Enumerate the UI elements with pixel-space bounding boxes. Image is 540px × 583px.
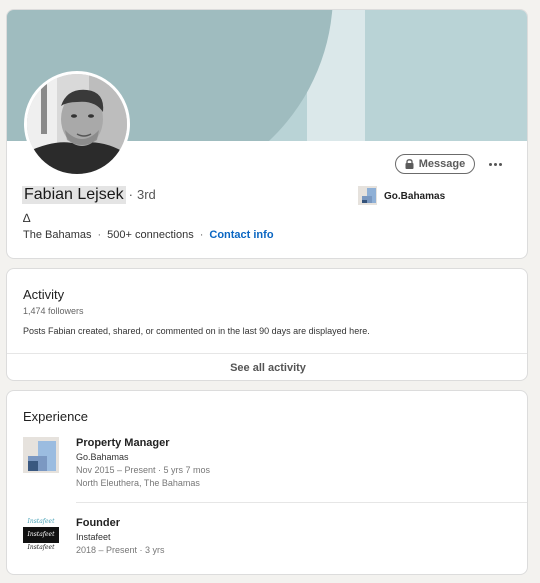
followers-count: 1,474 followers [23,306,84,316]
activity-title: Activity [23,287,65,302]
degree-separator: · [128,187,133,202]
message-button[interactable]: Message [395,154,475,174]
message-button-label: Message [418,158,466,170]
go-bahamas-logo-icon[interactable] [23,437,59,473]
profile-location: The Bahamas [23,229,92,241]
avatar-photo [27,74,127,174]
connection-degree: 3rd [136,187,156,202]
experience-title: Experience [23,409,89,424]
lock-icon [405,159,414,169]
profile-card: Message Fabian Lejsek · 3rd ∆ The Bahama… [6,9,528,259]
more-actions-button[interactable] [483,156,507,172]
contact-info-link[interactable]: Contact info [209,229,273,241]
experience-dates: Nov 2015 – Present · 5 yrs 7 mos [76,465,211,475]
experience-company: Go.Bahamas [76,452,129,462]
meta-separator: · [199,229,204,241]
experience-job-title: Founder [76,517,120,529]
profile-meta-row: The Bahamas · 500+ connections · Contact… [23,229,274,241]
meta-separator: · [97,229,102,241]
profile-headline: ∆ [23,211,31,225]
experience-item[interactable]: Instafeet Instafeet Instafeet Founder In… [23,517,503,562]
current-company-link[interactable]: Go.Bahamas [384,191,445,202]
name-row: Fabian Lejsek · 3rd [22,186,156,204]
ellipsis-icon [488,162,492,166]
go-bahamas-logo-icon[interactable] [358,186,377,205]
experience-location: North Eleuthera, The Bahamas [76,478,200,488]
divider [76,502,527,503]
instafeet-logo-icon[interactable]: Instafeet Instafeet Instafeet [23,517,59,553]
see-all-activity-button[interactable]: See all activity [7,354,527,380]
experience-card: Experience Property Manager Go.Bahamas N… [6,390,528,575]
experience-company: Instafeet [76,532,111,542]
activity-card: Activity 1,474 followers Posts Fabian cr… [6,268,528,381]
profile-name: Fabian Lejsek [22,186,126,204]
experience-job-title: Property Manager [76,437,170,449]
experience-item[interactable]: Property Manager Go.Bahamas Nov 2015 – P… [23,437,503,497]
connections-count[interactable]: 500+ connections [107,229,194,241]
experience-dates: 2018 – Present · 3 yrs [76,545,165,555]
activity-description: Posts Fabian created, shared, or comment… [23,326,370,336]
avatar[interactable] [24,71,130,177]
